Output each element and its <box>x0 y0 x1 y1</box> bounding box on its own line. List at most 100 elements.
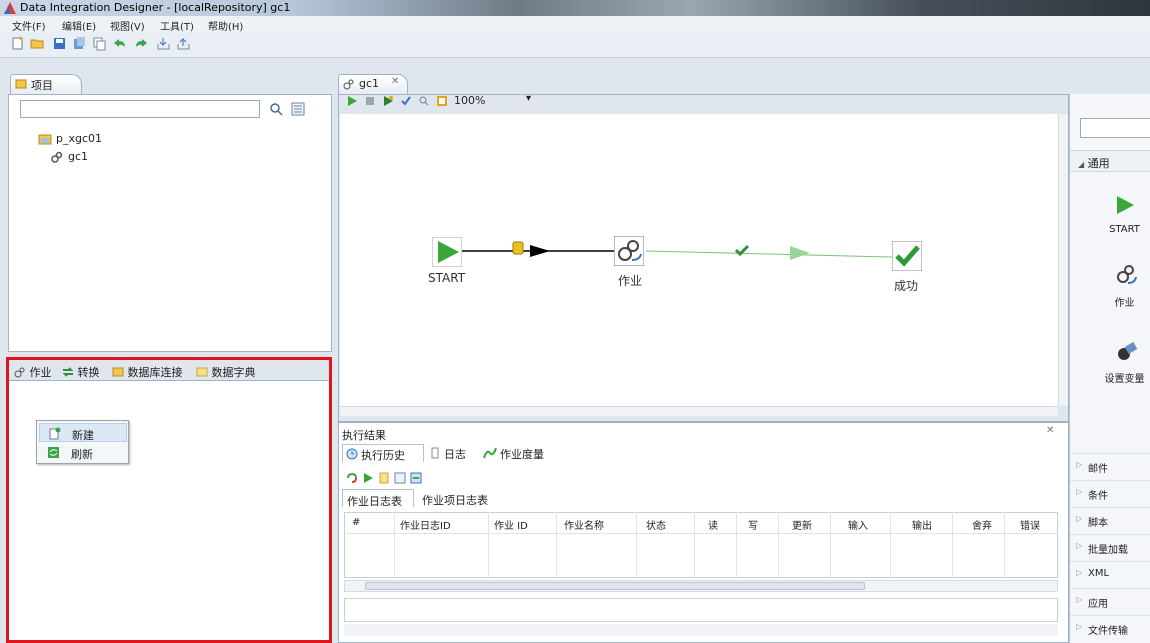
import-icon[interactable] <box>156 36 171 51</box>
copy-icon[interactable] <box>92 36 107 51</box>
tab-exec-history-label: 执行历史 <box>361 449 405 462</box>
log-table-header: # 作业日志ID 作业 ID 作业名称 状态 读 写 更新 输入 输出 舍弃 错… <box>344 512 1058 534</box>
zoom-dropdown-icon[interactable]: ▾ <box>526 93 531 104</box>
zoom-icon[interactable] <box>418 95 430 107</box>
menu-file[interactable]: 文件(F) <box>12 18 46 33</box>
refresh-icon <box>48 447 59 458</box>
palette-item-start[interactable]: START <box>1084 224 1150 235</box>
job-node-label: 作业 <box>618 274 643 288</box>
project-search-input[interactable] <box>20 100 260 118</box>
success-node-icon[interactable] <box>892 241 922 271</box>
palette-set-variable-icon[interactable] <box>1114 340 1138 364</box>
tab-job-metrics[interactable]: 作业度量 <box>480 444 550 462</box>
tab-project[interactable]: 项目 <box>10 74 82 94</box>
menu-item-new-label: 新建 <box>72 429 94 442</box>
job-icon <box>51 151 63 163</box>
window-title: Data Integration Designer - [localReposi… <box>20 1 291 14</box>
scrollbar-thumb[interactable] <box>365 582 865 590</box>
tab-exec-history[interactable]: 执行历史 <box>342 444 424 462</box>
tree-item-label: gc1 <box>68 150 89 163</box>
column-divider <box>556 512 557 578</box>
rerun-icon[interactable] <box>362 472 374 484</box>
job-canvas[interactable]: START 作业 成功 <box>340 114 1058 406</box>
run-icon[interactable] <box>346 95 358 107</box>
show-log-icon[interactable] <box>394 472 406 484</box>
stop-icon[interactable] <box>364 95 376 107</box>
palette-search-input[interactable] <box>1080 118 1150 138</box>
editor-toolbar: 100% ▾ <box>338 92 1068 112</box>
menu-view[interactable]: 视图(V) <box>110 18 145 33</box>
zoom-level[interactable]: 100% <box>454 94 485 107</box>
column-divider <box>1004 512 1005 578</box>
palette-category-mail[interactable]: 邮件 <box>1070 453 1150 478</box>
start-node-icon[interactable] <box>432 237 462 267</box>
save-as-icon[interactable] <box>72 36 87 51</box>
canvas-vscrollbar[interactable] <box>1058 114 1068 406</box>
close-tab-icon[interactable]: ✕ <box>391 76 399 87</box>
palette-item-set-variable[interactable]: 设置变量 <box>1084 370 1150 385</box>
palette-category-application[interactable]: 应用 <box>1070 588 1150 613</box>
image-export-icon[interactable] <box>436 95 448 107</box>
palette-category-xml[interactable]: XML <box>1070 561 1150 586</box>
job-icon <box>343 79 354 90</box>
job-node-icon[interactable] <box>614 236 644 266</box>
project-folder-icon <box>38 134 52 145</box>
palette-category-condition[interactable]: 条件 <box>1070 480 1150 505</box>
undo-icon[interactable] <box>112 36 127 51</box>
column-header-job-name[interactable]: 作业名称 <box>564 517 604 532</box>
column-header-discard[interactable]: 舍弃 <box>972 517 992 532</box>
open-folder-icon[interactable] <box>30 36 45 51</box>
save-icon[interactable] <box>52 36 67 51</box>
tree-item-job[interactable]: gc1 <box>51 150 89 163</box>
menu-item-new[interactable]: 新建 <box>39 423 127 442</box>
column-header-job-id[interactable]: 作业 ID <box>494 517 528 532</box>
tree-item-label: p_xgc01 <box>56 132 103 145</box>
tab-editor-gc1[interactable]: gc1 ✕ <box>338 74 408 94</box>
search-icon[interactable] <box>268 101 284 117</box>
column-header-error[interactable]: 错误 <box>1020 517 1040 532</box>
canvas-hscrollbar[interactable] <box>340 406 1058 416</box>
main-toolbar <box>0 32 1150 58</box>
palette-start-icon[interactable] <box>1114 194 1136 216</box>
results-close-icon[interactable]: ✕ <box>1046 425 1054 436</box>
palette-category-bulk-load[interactable]: 批量加载 <box>1070 534 1150 559</box>
log-icon <box>431 447 439 459</box>
tab-log[interactable]: 日志 <box>426 444 478 462</box>
column-header-log-id[interactable]: 作业日志ID <box>400 517 451 532</box>
menu-item-refresh[interactable]: 刷新 <box>39 443 127 462</box>
column-header-status[interactable]: 状态 <box>646 517 666 532</box>
log-settings-icon[interactable] <box>410 472 422 484</box>
menu-tools[interactable]: 工具(T) <box>160 18 194 33</box>
list-view-icon[interactable] <box>290 101 306 117</box>
results-bottom-scrollbar[interactable] <box>344 624 1058 636</box>
column-header-read[interactable]: 读 <box>708 517 718 532</box>
menu-edit[interactable]: 编辑(E) <box>62 18 96 33</box>
column-header-input[interactable]: 输入 <box>848 517 868 532</box>
column-divider <box>488 512 489 578</box>
refresh-log-icon[interactable] <box>346 472 358 484</box>
palette-section-general[interactable]: ◢ 通用 <box>1070 150 1150 172</box>
palette-item-job[interactable]: 作业 <box>1084 294 1150 309</box>
redo-icon[interactable] <box>134 36 149 51</box>
palette-job-icon[interactable] <box>1114 262 1138 286</box>
clear-log-icon[interactable] <box>378 472 390 484</box>
column-header-index[interactable]: # <box>352 517 360 528</box>
run-options-icon[interactable] <box>382 95 394 107</box>
palette-category-script[interactable]: 脚本 <box>1070 507 1150 532</box>
column-header-update[interactable]: 更新 <box>792 517 812 532</box>
subtab-job-entry-log[interactable]: 作业项日志表 <box>418 489 504 507</box>
export-icon[interactable] <box>176 36 191 51</box>
log-table-hscrollbar[interactable] <box>344 580 1058 592</box>
tree-item-project[interactable]: p_xgc01 <box>38 132 103 145</box>
palette-category-file-transfer[interactable]: 文件传输 <box>1070 615 1150 640</box>
subtab-job-log[interactable]: 作业日志表 <box>342 489 414 508</box>
menu-help[interactable]: 帮助(H) <box>208 18 243 33</box>
tab-log-label: 日志 <box>444 448 466 461</box>
new-icon <box>49 427 61 440</box>
new-file-icon[interactable] <box>10 36 25 51</box>
start-node-label: START <box>428 271 466 285</box>
column-header-write[interactable]: 写 <box>748 517 758 532</box>
column-header-output[interactable]: 输出 <box>912 517 932 532</box>
log-text-area[interactable] <box>344 598 1058 622</box>
check-icon[interactable] <box>400 95 412 107</box>
